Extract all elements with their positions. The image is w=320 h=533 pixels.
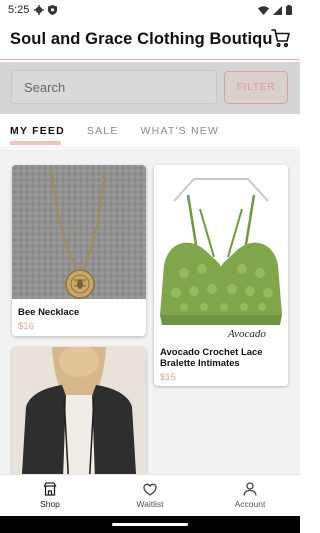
tab-sale[interactable]: SALE (87, 114, 119, 148)
settings-gear-icon (34, 5, 45, 15)
nav-account[interactable]: Account (200, 475, 300, 516)
nav-shop[interactable]: Shop (0, 475, 100, 516)
product-image (12, 165, 146, 299)
product-card[interactable]: Bee Necklace $16 (12, 165, 146, 336)
person-icon (243, 482, 257, 496)
product-card[interactable] (12, 347, 146, 474)
battery-icon (286, 5, 292, 15)
store-icon (43, 482, 57, 496)
heart-icon (143, 483, 157, 496)
product-image-caption: Avocado (227, 328, 266, 340)
header-divider (0, 59, 300, 60)
product-name: Bee Necklace (18, 307, 80, 318)
nav-label: Waitlist (136, 498, 164, 509)
product-feed[interactable]: Bee Necklace $16 Avocado Avocado Crochet… (0, 149, 300, 474)
search-input[interactable] (11, 70, 217, 104)
shield-icon (48, 5, 58, 15)
app-title: Soul and Grace Clothing Boutique (10, 29, 272, 48)
cart-button[interactable] (271, 28, 291, 48)
product-image (12, 347, 146, 474)
filter-button[interactable]: FILTER (224, 71, 288, 104)
product-price: $15 (160, 372, 176, 383)
product-price: $16 (18, 321, 34, 332)
cart-icon (271, 29, 290, 48)
product-card[interactable]: Avocado Avocado Crochet Lace Bralette In… (154, 165, 288, 386)
product-name: Avocado Crochet Lace Bralette Intimates (160, 347, 263, 369)
active-tab-indicator (10, 141, 61, 145)
nav-waitlist[interactable]: Waitlist (100, 475, 200, 516)
signal-icon (273, 5, 282, 15)
nav-label: Shop (40, 499, 60, 509)
tab-whats-new[interactable]: WHAT'S NEW (141, 114, 220, 148)
app-header: Soul and Grace Clothing Boutique (0, 22, 300, 56)
product-image: Avocado (154, 165, 288, 343)
search-bar: FILTER (0, 62, 300, 114)
status-bar: 5:25 (0, 0, 300, 20)
wifi-icon (258, 5, 269, 15)
nav-label: Account (234, 499, 266, 509)
status-time: 5:25 (8, 4, 30, 16)
bottom-nav: Shop Waitlist Account (0, 474, 300, 516)
home-indicator[interactable] (112, 523, 188, 526)
